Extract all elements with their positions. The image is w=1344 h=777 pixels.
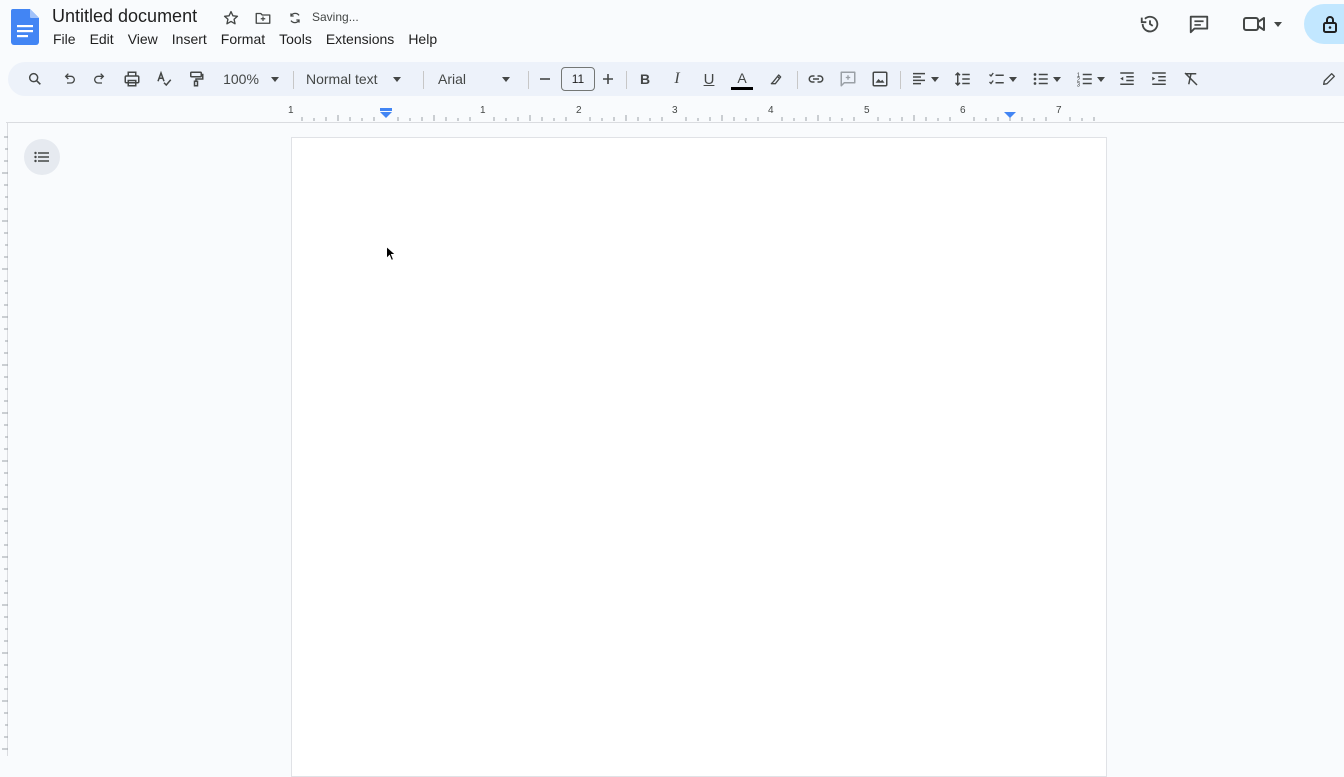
comment-icon[interactable]	[1187, 12, 1211, 36]
decrease-font-size-button[interactable]	[536, 62, 554, 96]
font-family-value: Arial	[438, 71, 467, 87]
menu-file[interactable]: File	[46, 31, 83, 49]
chevron-down-icon	[1052, 76, 1061, 82]
paragraph-style-value: Normal text	[306, 71, 378, 87]
vertical-ruler[interactable]	[0, 123, 8, 756]
ruler-label: 1	[480, 105, 486, 116]
numbered-list-icon: 123	[1076, 73, 1092, 89]
font-size-input[interactable]: 11	[561, 67, 595, 91]
menu-help[interactable]: Help	[401, 31, 444, 49]
ruler-label: 6	[960, 105, 966, 116]
ruler-label: 7	[1056, 105, 1062, 116]
image-icon[interactable]	[869, 62, 891, 96]
redo-icon[interactable]	[89, 62, 111, 96]
docs-logo-icon[interactable]	[11, 9, 39, 45]
document-title[interactable]: Untitled document	[52, 6, 197, 27]
chevron-down-icon	[502, 76, 511, 82]
add-comment-icon[interactable]	[837, 62, 859, 96]
lock-icon	[1323, 16, 1337, 33]
meet-video-icon[interactable]	[1240, 12, 1284, 36]
mouse-pointer-icon	[386, 245, 397, 267]
history-icon[interactable]	[1138, 12, 1162, 36]
increase-font-size-button[interactable]	[599, 62, 617, 96]
search-icon[interactable]	[24, 62, 46, 96]
zoom-value: 100%	[223, 71, 259, 87]
align-select[interactable]	[908, 62, 942, 96]
show-outline-button[interactable]	[24, 139, 60, 175]
paragraph-style-select[interactable]: Normal text	[306, 62, 410, 96]
menu-tools[interactable]: Tools	[272, 31, 319, 49]
star-icon[interactable]	[221, 8, 241, 28]
chevron-down-icon	[1096, 76, 1105, 82]
outline-icon	[34, 151, 49, 163]
chevron-down-icon	[1008, 76, 1017, 82]
menu-insert[interactable]: Insert	[165, 31, 214, 49]
ruler-label: 5	[864, 105, 870, 116]
editing-mode-pencil-icon[interactable]	[1318, 62, 1340, 96]
italic-button[interactable]: I	[668, 62, 686, 96]
chevron-down-icon	[392, 76, 401, 82]
text-color-glyph: A	[737, 69, 747, 86]
share-button[interactable]	[1304, 4, 1344, 44]
menu-extensions[interactable]: Extensions	[319, 31, 401, 49]
horizontal-ruler[interactable]	[290, 104, 1106, 123]
chevron-down-icon	[931, 76, 939, 82]
first-line-indent-marker	[380, 108, 392, 111]
underline-button[interactable]: U	[700, 62, 718, 96]
highlighter-icon[interactable]	[765, 62, 787, 96]
spellcheck-icon[interactable]	[153, 62, 175, 96]
zoom-select[interactable]: 100%	[218, 62, 284, 96]
numbered-list-select[interactable]: 123	[1072, 62, 1108, 96]
ruler-divider	[6, 122, 1344, 123]
link-icon[interactable]	[805, 62, 827, 96]
move-to-folder-icon[interactable]	[253, 8, 273, 28]
app-header: Untitled document Saving... File Edit Vi…	[0, 0, 1344, 58]
bulleted-list-select[interactable]	[1028, 62, 1064, 96]
clear-formatting-icon[interactable]	[1180, 62, 1202, 96]
toolbar-divider	[797, 71, 798, 89]
text-color-swatch	[731, 86, 753, 90]
toolbar-divider	[626, 71, 627, 89]
sync-icon	[285, 8, 305, 28]
chevron-down-icon	[270, 76, 279, 82]
svg-text:3: 3	[1076, 83, 1080, 89]
align-left-icon	[913, 72, 925, 85]
left-indent-marker	[380, 112, 392, 118]
toolbar-divider	[900, 71, 901, 89]
toolbar-divider	[423, 71, 424, 89]
print-icon[interactable]	[121, 62, 143, 96]
ruler-label: 1	[288, 105, 294, 116]
paint-format-icon[interactable]	[185, 62, 207, 96]
right-indent-marker	[1004, 112, 1016, 118]
toolbar-divider	[528, 71, 529, 89]
increase-indent-icon[interactable]	[1148, 62, 1170, 96]
save-status: Saving...	[312, 10, 359, 24]
document-page[interactable]	[291, 137, 1107, 777]
text-color-button[interactable]: A	[730, 62, 754, 96]
menu-bar: File Edit View Insert Format Tools Exten…	[46, 31, 444, 49]
menu-view[interactable]: View	[121, 31, 165, 49]
checklist-icon	[988, 72, 1004, 85]
undo-icon[interactable]	[58, 62, 80, 96]
bulleted-list-icon	[1033, 73, 1048, 85]
decrease-indent-icon[interactable]	[1116, 62, 1138, 96]
ruler-label: 3	[672, 105, 678, 116]
menu-format[interactable]: Format	[214, 31, 272, 49]
bold-button[interactable]: B	[636, 62, 654, 96]
font-family-select[interactable]: Arial	[438, 62, 516, 96]
line-spacing-icon[interactable]	[952, 62, 974, 96]
ruler-label: 2	[576, 105, 582, 116]
menu-edit[interactable]: Edit	[83, 31, 121, 49]
toolbar-divider	[293, 71, 294, 89]
checklist-select[interactable]	[984, 62, 1020, 96]
ruler-label: 4	[768, 105, 774, 116]
formatting-toolbar: 100% Normal text Arial 11 B I U A 1 2 3	[8, 62, 1344, 96]
